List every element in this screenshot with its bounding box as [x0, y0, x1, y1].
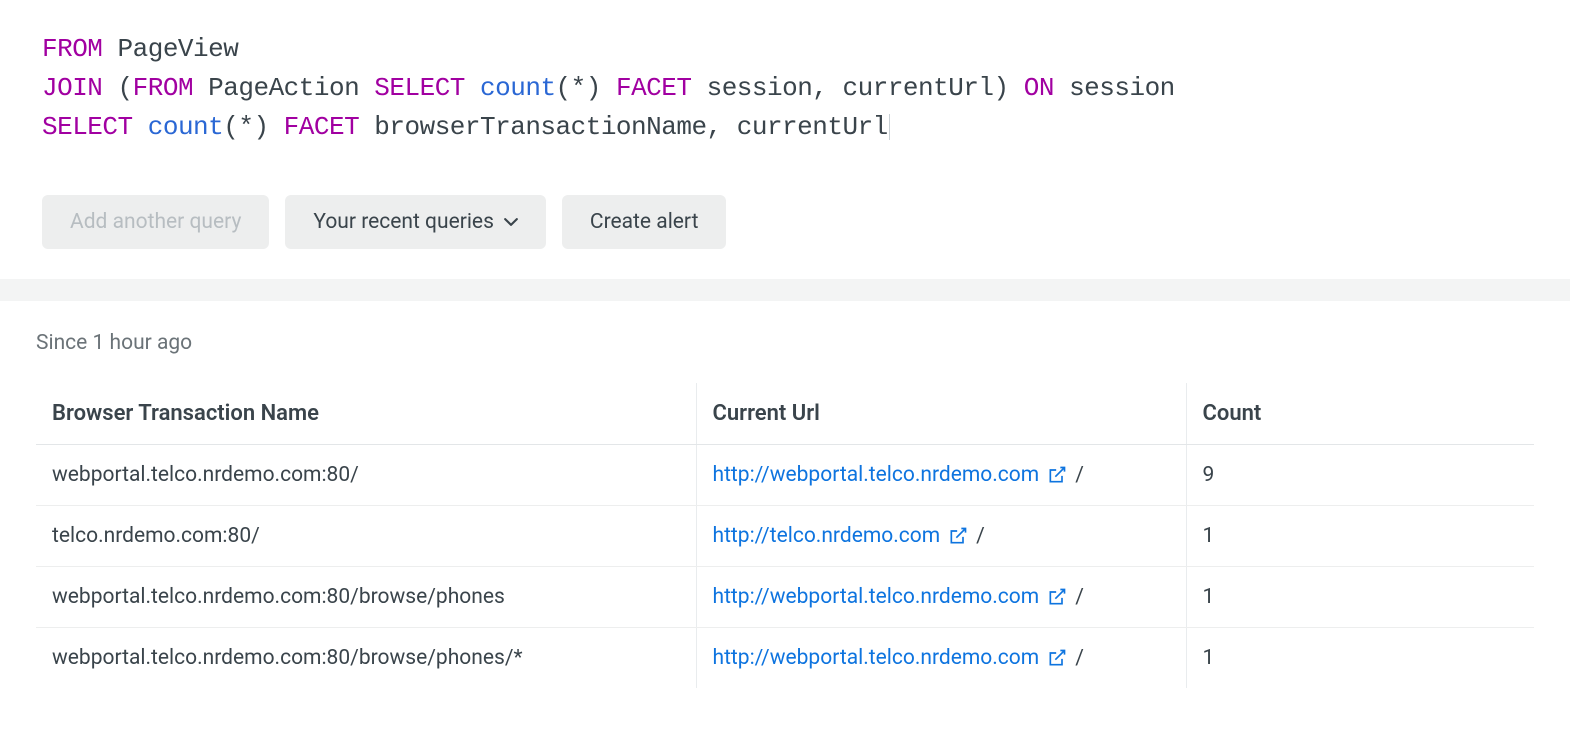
table-row: webportal.telco.nrdemo.com:80/browse/pho…	[36, 628, 1534, 689]
url-link[interactable]: http://webportal.telco.nrdemo.com	[713, 463, 1068, 487]
cell-current-url: http://webportal.telco.nrdemo.com /	[696, 628, 1186, 689]
column-header-name[interactable]: Browser Transaction Name	[36, 383, 696, 445]
external-link-icon	[1047, 648, 1067, 668]
table-row: webportal.telco.nrdemo.com:80/browse/pho…	[36, 567, 1534, 628]
external-link-icon	[1047, 465, 1067, 485]
external-link-icon	[1047, 587, 1067, 607]
url-suffix: /	[976, 524, 985, 548]
query-editor[interactable]: FROM PageView JOIN (FROM PageAction SELE…	[42, 30, 1528, 147]
cell-transaction-name: webportal.telco.nrdemo.com:80/	[36, 445, 696, 506]
url-link[interactable]: http://webportal.telco.nrdemo.com	[713, 646, 1068, 670]
chevron-down-icon	[504, 215, 518, 229]
cell-count: 1	[1186, 567, 1534, 628]
url-suffix: /	[1075, 646, 1084, 670]
cell-count: 9	[1186, 445, 1534, 506]
section-divider	[0, 279, 1570, 301]
column-header-url[interactable]: Current Url	[696, 383, 1186, 445]
table-row: webportal.telco.nrdemo.com:80/http://web…	[36, 445, 1534, 506]
external-link-icon	[948, 526, 968, 546]
url-suffix: /	[1075, 463, 1084, 487]
url-suffix: /	[1075, 585, 1084, 609]
url-link[interactable]: http://webportal.telco.nrdemo.com	[713, 585, 1068, 609]
table-header-row: Browser Transaction Name Current Url Cou…	[36, 383, 1534, 445]
cell-current-url: http://telco.nrdemo.com /	[696, 506, 1186, 567]
recent-queries-button[interactable]: Your recent queries	[285, 195, 546, 249]
cell-transaction-name: webportal.telco.nrdemo.com:80/browse/pho…	[36, 567, 696, 628]
cell-count: 1	[1186, 506, 1534, 567]
cell-transaction-name: telco.nrdemo.com:80/	[36, 506, 696, 567]
url-link[interactable]: http://telco.nrdemo.com	[713, 524, 969, 548]
create-alert-button[interactable]: Create alert	[562, 195, 727, 249]
time-range-label: Since 1 hour ago	[36, 331, 1534, 355]
recent-queries-label: Your recent queries	[313, 210, 494, 234]
table-row: telco.nrdemo.com:80/http://telco.nrdemo.…	[36, 506, 1534, 567]
results-table: Browser Transaction Name Current Url Cou…	[36, 383, 1534, 688]
cell-transaction-name: webportal.telco.nrdemo.com:80/browse/pho…	[36, 628, 696, 689]
cell-current-url: http://webportal.telco.nrdemo.com /	[696, 445, 1186, 506]
column-header-count[interactable]: Count	[1186, 383, 1534, 445]
add-another-query-button: Add another query	[42, 195, 269, 249]
cell-count: 1	[1186, 628, 1534, 689]
cell-current-url: http://webportal.telco.nrdemo.com /	[696, 567, 1186, 628]
text-cursor	[889, 114, 890, 140]
